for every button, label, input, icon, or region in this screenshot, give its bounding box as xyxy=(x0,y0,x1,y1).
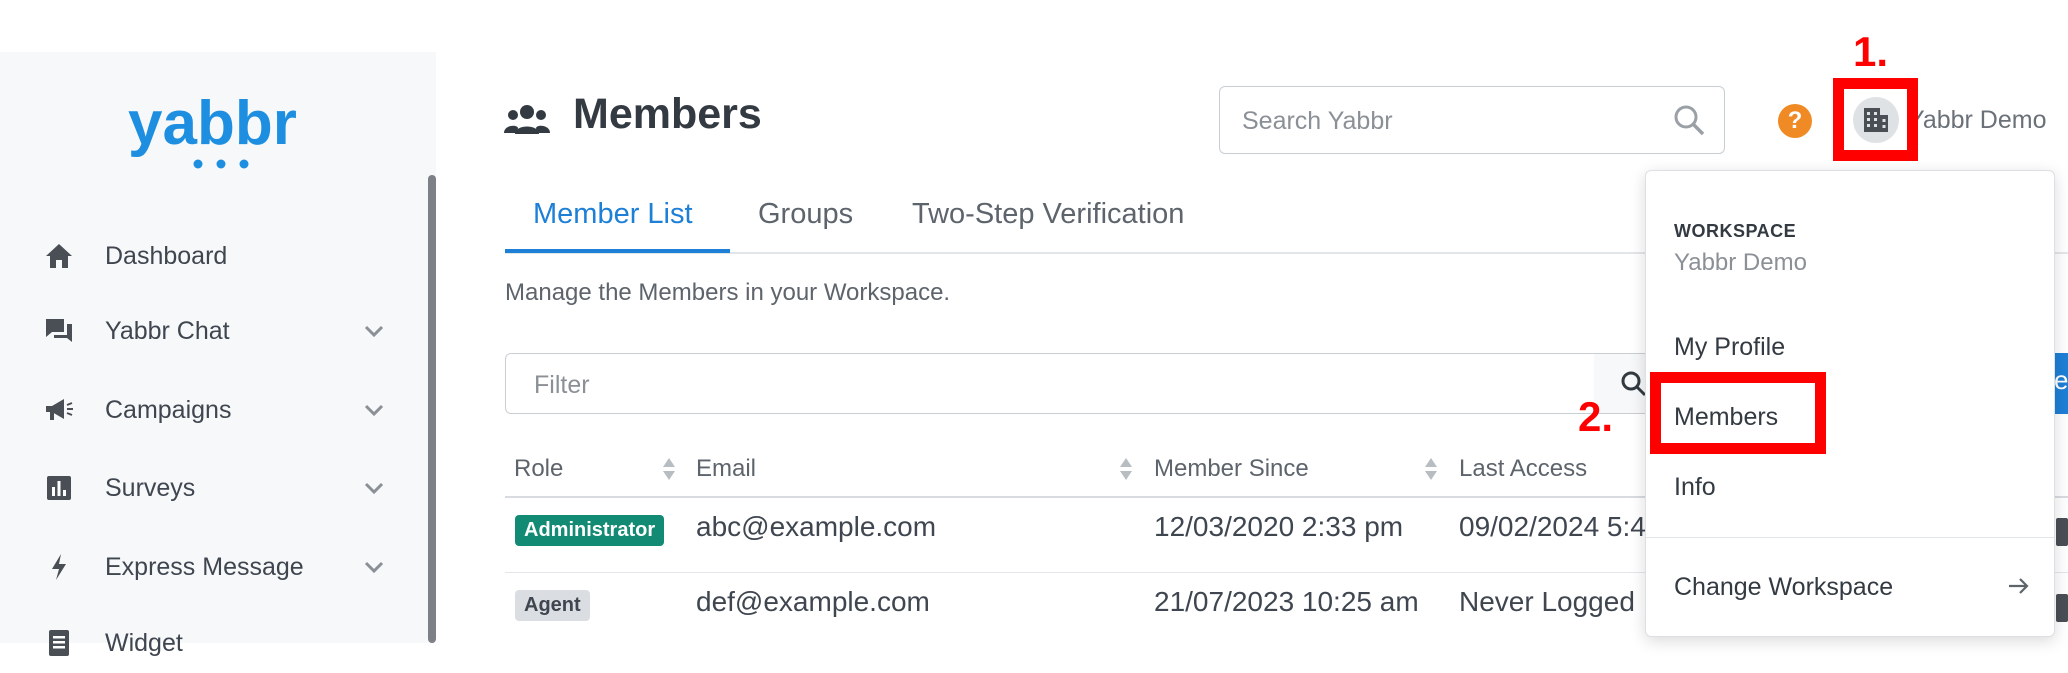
search-input[interactable] xyxy=(1240,101,1664,141)
chevron-down-icon[interactable] xyxy=(360,553,388,581)
dropdown-divider xyxy=(1646,537,2054,538)
sort-icon[interactable] xyxy=(1119,456,1133,482)
sidebar-item-dashboard[interactable]: Dashboard xyxy=(0,226,420,286)
sidebar-item-label: Express Message xyxy=(105,552,304,581)
annotation-box-step2 xyxy=(1650,372,1826,454)
tab-two-step-verification[interactable]: Two-Step Verification xyxy=(912,198,1184,231)
sidebar-item-campaigns[interactable]: Campaigns xyxy=(0,380,420,440)
sidebar-item-yabbr-chat[interactable]: Yabbr Chat xyxy=(0,301,420,361)
page-description: Manage the Members in your Workspace. xyxy=(505,279,951,306)
tab-member-list[interactable]: Member List xyxy=(533,198,693,231)
members-icon xyxy=(504,105,550,134)
column-header-email[interactable]: Email xyxy=(696,455,756,483)
sidebar-item-label: Dashboard xyxy=(105,241,228,270)
search-icon[interactable] xyxy=(1672,103,1706,137)
sidebar-scrollbar[interactable] xyxy=(428,175,436,643)
chat-icon xyxy=(42,314,76,348)
trash-icon[interactable] xyxy=(2056,518,2068,546)
annotation-step2-label: 2. xyxy=(1578,393,1614,440)
sidebar-item-label: Surveys xyxy=(105,473,196,502)
global-search[interactable] xyxy=(1219,86,1725,154)
lightning-icon xyxy=(42,550,76,584)
page-title: Members xyxy=(573,90,762,138)
sidebar-item-label: Widget xyxy=(105,628,183,657)
member-email: def@example.com xyxy=(696,586,930,617)
svg-text:yabbr: yabbr xyxy=(128,89,297,158)
annotation-box-step1 xyxy=(1833,78,1918,161)
filter-field[interactable] xyxy=(505,353,1595,414)
last-access: Never Logged xyxy=(1459,586,1635,617)
sidebar-item-widget[interactable]: Widget xyxy=(0,613,420,673)
sidebar-item-surveys[interactable]: Surveys xyxy=(0,458,420,518)
bar-chart-icon xyxy=(42,471,76,505)
megaphone-icon xyxy=(42,393,76,427)
filter-input[interactable] xyxy=(532,366,1436,404)
sort-icon[interactable] xyxy=(662,456,676,482)
chevron-down-icon[interactable] xyxy=(360,317,388,345)
arrow-right-icon xyxy=(2009,578,2029,594)
chevron-down-icon[interactable] xyxy=(360,474,388,502)
sort-icon[interactable] xyxy=(1424,456,1438,482)
member-since: 21/07/2023 10:25 am xyxy=(1154,586,1419,617)
sidebar: yabbr Dashboard Yabbr Chat Campaigns Sur… xyxy=(0,52,436,657)
column-header-member-since[interactable]: Member Since xyxy=(1154,455,1309,483)
annotation-step1-label: 1. xyxy=(1853,28,1889,75)
menu-item-info[interactable]: Info xyxy=(1674,473,1716,502)
menu-item-my-profile[interactable]: My Profile xyxy=(1674,333,1785,362)
search-icon xyxy=(1621,371,1647,397)
chevron-down-icon[interactable] xyxy=(360,396,388,424)
home-icon xyxy=(42,239,76,273)
sidebar-item-label: Campaigns xyxy=(105,395,232,424)
member-email: abc@example.com xyxy=(696,511,937,542)
member-since: 12/03/2020 2:33 pm xyxy=(1154,511,1404,542)
trash-icon[interactable] xyxy=(2056,594,2068,622)
help-icon[interactable]: ? xyxy=(1778,104,1812,138)
menu-item-change-workspace[interactable]: Change Workspace xyxy=(1674,573,1893,602)
tab-groups[interactable]: Groups xyxy=(758,198,853,231)
dropdown-section-label: WORKSPACE xyxy=(1674,221,1797,241)
role-badge: Agent xyxy=(515,590,590,621)
active-tab-indicator xyxy=(505,249,730,253)
last-access: 09/02/2024 5:4 xyxy=(1459,511,1646,542)
workspace-name[interactable]: Yabbr Demo xyxy=(1908,106,2047,135)
role-badge: Administrator xyxy=(515,515,665,546)
column-header-role[interactable]: Role xyxy=(514,455,563,483)
sidebar-item-express-message[interactable]: Express Message xyxy=(0,537,420,597)
column-header-last-access[interactable]: Last Access xyxy=(1459,455,1587,483)
yabbr-logo[interactable]: yabbr xyxy=(118,84,318,174)
sidebar-item-label: Yabbr Chat xyxy=(105,316,230,345)
dropdown-workspace-name: Yabbr Demo xyxy=(1674,249,1807,276)
document-icon xyxy=(42,626,76,660)
